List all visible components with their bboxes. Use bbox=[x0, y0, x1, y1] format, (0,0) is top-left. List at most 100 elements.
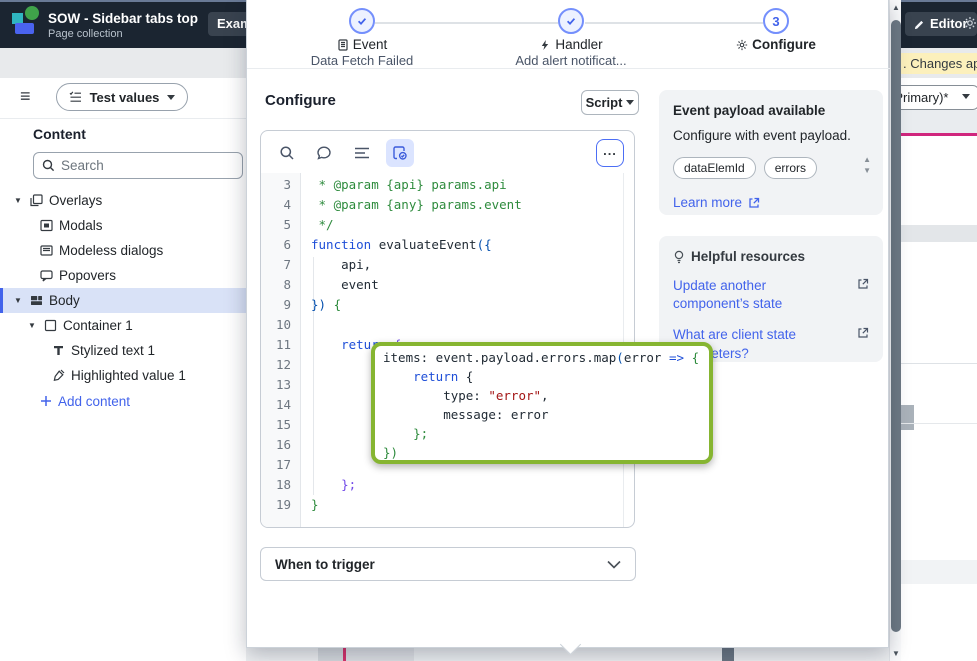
divider bbox=[0, 118, 246, 119]
tree-item-stylized-text-1[interactable]: Stylized text 1 bbox=[0, 338, 246, 363]
payload-card-body: Configure with event payload. bbox=[673, 128, 851, 143]
window-top-edge bbox=[901, 0, 977, 2]
page-scrollbar[interactable]: ▲ ▼ bbox=[889, 0, 901, 661]
highlight-icon bbox=[52, 369, 65, 382]
scroll-up-arrow[interactable]: ▲ bbox=[890, 3, 902, 12]
event-payload-card: Event payload available Configure with e… bbox=[659, 90, 883, 215]
line-number-gutter: 3 4 5 6 7 8 9 10 11 12 13 14 15 16 17 18 19 bbox=[261, 173, 301, 527]
line-number: 7 bbox=[283, 257, 291, 272]
tree-item-modeless-dialogs[interactable]: Modeless dialogs bbox=[0, 238, 246, 263]
content-heading: Content bbox=[33, 126, 86, 142]
canvas-gray-block bbox=[901, 110, 977, 133]
primary-dropdown[interactable]: (Primary)* bbox=[901, 85, 977, 110]
search-box[interactable] bbox=[33, 152, 243, 179]
code-line: }) { bbox=[311, 297, 342, 312]
code-line: event bbox=[311, 277, 379, 292]
hamburger-menu-icon[interactable]: ≡ bbox=[20, 86, 31, 107]
add-content-button[interactable]: Add content bbox=[0, 388, 246, 414]
tree-item-popovers[interactable]: Popovers bbox=[0, 263, 246, 288]
search-input[interactable] bbox=[61, 158, 234, 173]
tree-item-label: Popovers bbox=[59, 268, 117, 283]
code-editor[interactable]: ... 3 4 5 6 7 8 9 10 11 12 13 14 15 16 17 18 19 * @param… bbox=[260, 130, 635, 528]
editor-toolbar: ... bbox=[261, 131, 634, 173]
list-check-icon bbox=[69, 91, 82, 103]
step-configure[interactable]: 3 Configure bbox=[701, 8, 851, 52]
tree-item-label: Container 1 bbox=[63, 318, 133, 333]
chevron-down-icon bbox=[607, 560, 621, 569]
expand-caret-icon[interactable]: ▼ bbox=[14, 196, 24, 205]
payload-chip[interactable]: dataElemId bbox=[673, 157, 756, 179]
more-options-button[interactable]: ... bbox=[596, 139, 624, 167]
app-header: SOW - Sidebar tabs top Page collection E… bbox=[0, 0, 246, 48]
plus-icon bbox=[40, 395, 52, 407]
line-number: 15 bbox=[275, 417, 291, 432]
canvas-behind-modal: (Primary)* bbox=[901, 78, 977, 661]
when-to-trigger-expander[interactable]: When to trigger bbox=[260, 547, 636, 581]
app-subtitle: Page collection bbox=[48, 28, 123, 40]
window-top-edge bbox=[0, 0, 246, 2]
canvas-gray-box bbox=[722, 648, 734, 661]
popover-icon bbox=[40, 269, 53, 282]
highlighted-code-line: }; bbox=[413, 426, 429, 441]
chip-scroll-arrows[interactable]: ▲ ▼ bbox=[863, 156, 871, 175]
tree-item-modals[interactable]: Modals bbox=[0, 213, 246, 238]
modal-icon bbox=[40, 219, 53, 232]
line-number: 12 bbox=[275, 357, 291, 372]
app-header-right: Editor bbox=[901, 0, 977, 48]
learn-more-label: Learn more bbox=[673, 195, 743, 210]
learn-more-link[interactable]: Learn more bbox=[673, 195, 869, 210]
chevron-down-icon bbox=[962, 94, 970, 99]
script-dropdown-button[interactable]: Script bbox=[581, 90, 639, 115]
test-values-dropdown[interactable]: Test values bbox=[56, 83, 188, 111]
example-button[interactable]: Examp bbox=[208, 12, 246, 36]
line-number: 17 bbox=[275, 457, 291, 472]
scroll-down-arrow[interactable]: ▼ bbox=[890, 649, 902, 658]
when-to-trigger-label: When to trigger bbox=[275, 556, 375, 572]
body-icon bbox=[30, 294, 43, 307]
tree-item-body[interactable]: ▼ Body bbox=[0, 288, 246, 313]
editor-button-label: Editor bbox=[930, 16, 968, 31]
comment-icon[interactable] bbox=[310, 139, 338, 167]
line-number: 8 bbox=[283, 277, 291, 292]
step-number-circle: 3 bbox=[763, 8, 789, 34]
step-handler[interactable]: Handler Add alert notificat... bbox=[491, 8, 651, 68]
editor-search-icon[interactable] bbox=[273, 139, 301, 167]
settings-gear-icon[interactable] bbox=[963, 16, 977, 30]
selection-outline-line bbox=[901, 133, 977, 136]
scrollbar-thumb[interactable] bbox=[891, 20, 901, 632]
tree-item-container-1[interactable]: ▼ Container 1 bbox=[0, 313, 246, 338]
resource-link[interactable]: Update another component’s state bbox=[673, 277, 869, 313]
line-number: 11 bbox=[275, 337, 291, 352]
expand-caret-icon[interactable]: ▼ bbox=[28, 321, 38, 330]
script-check-icon[interactable] bbox=[386, 139, 414, 167]
payload-chip[interactable]: errors bbox=[763, 157, 818, 179]
canvas-gray-strip bbox=[414, 648, 500, 661]
step-label-text: Event bbox=[352, 37, 388, 52]
tree-item-overlays[interactable]: ▼ Overlays bbox=[0, 188, 246, 213]
arrow-down-icon[interactable]: ▼ bbox=[863, 167, 871, 175]
step-label-text: Configure bbox=[752, 37, 816, 52]
line-number: 10 bbox=[275, 317, 291, 332]
line-number: 16 bbox=[275, 437, 291, 452]
app-title: SOW - Sidebar tabs top bbox=[48, 11, 199, 26]
code-line: * @param {any} params.event bbox=[311, 197, 522, 212]
canvas-gray-box bbox=[901, 405, 914, 430]
step-label: Event bbox=[287, 37, 437, 52]
tree-item-label: Highlighted value 1 bbox=[71, 368, 186, 383]
selection-outline-line bbox=[343, 648, 346, 661]
container-icon bbox=[44, 319, 57, 332]
line-number: 4 bbox=[283, 197, 291, 212]
arrow-up-icon[interactable]: ▲ bbox=[863, 156, 871, 164]
tree-item-label: Modeless dialogs bbox=[59, 243, 164, 258]
code-line: } bbox=[311, 497, 319, 512]
lightbulb-icon bbox=[673, 250, 685, 264]
expand-caret-icon[interactable]: ▼ bbox=[14, 296, 24, 305]
step-event[interactable]: Event Data Fetch Failed bbox=[287, 8, 437, 68]
external-link-icon bbox=[857, 278, 869, 313]
step-check-circle bbox=[349, 8, 375, 34]
modeless-icon bbox=[40, 244, 53, 257]
step-label-text: Handler bbox=[555, 37, 603, 52]
tree-item-label: Body bbox=[49, 293, 80, 308]
tree-item-highlighted-value-1[interactable]: Highlighted value 1 bbox=[0, 363, 246, 388]
align-left-icon[interactable] bbox=[348, 139, 376, 167]
